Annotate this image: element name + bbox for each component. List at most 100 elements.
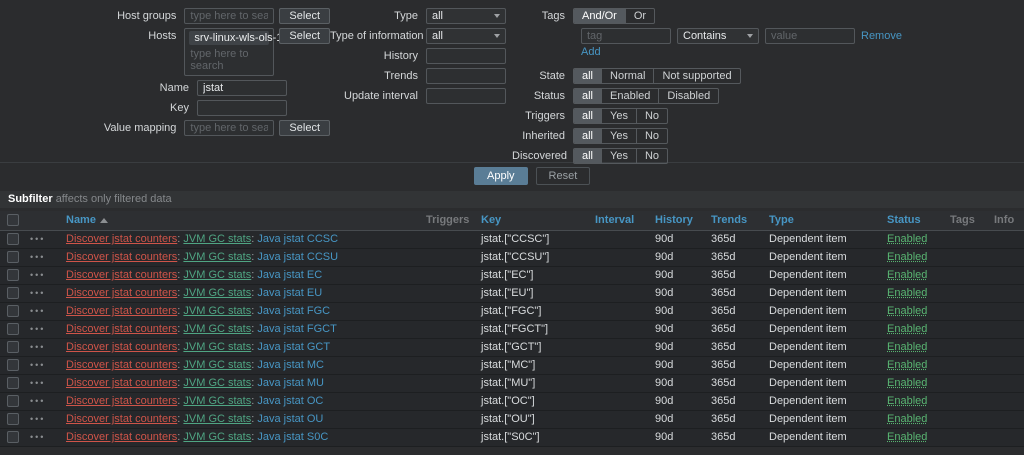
- value-mapping-input[interactable]: [184, 120, 274, 136]
- item-status-link[interactable]: Enabled: [887, 431, 927, 443]
- item-name-link[interactable]: Java jstat S0C: [257, 431, 328, 443]
- row-checkbox[interactable]: [7, 395, 19, 407]
- context-menu-icon[interactable]: •••: [30, 234, 45, 244]
- context-menu-icon[interactable]: •••: [30, 324, 45, 334]
- hosts-search-placeholder[interactable]: type here to search: [189, 45, 269, 72]
- state-option-normal[interactable]: Normal: [601, 69, 653, 83]
- discovery-rule-link[interactable]: Discover jstat counters: [66, 431, 177, 443]
- item-name-link[interactable]: Java jstat FGC: [257, 305, 330, 317]
- row-checkbox[interactable]: [7, 287, 19, 299]
- discovered-option-all[interactable]: all: [574, 149, 601, 163]
- context-menu-icon[interactable]: •••: [30, 288, 45, 298]
- discovery-rule-link[interactable]: Discover jstat counters: [66, 251, 177, 263]
- row-checkbox[interactable]: [7, 305, 19, 317]
- column-header-name[interactable]: Name: [66, 214, 96, 226]
- status-option-enabled[interactable]: Enabled: [601, 89, 658, 103]
- row-checkbox[interactable]: [7, 233, 19, 245]
- column-header-status[interactable]: Status: [883, 211, 946, 230]
- tag-operator-select[interactable]: Contains: [677, 28, 759, 44]
- inherited-option-yes[interactable]: Yes: [601, 129, 636, 143]
- item-status-link[interactable]: Enabled: [887, 377, 927, 389]
- discovery-rule-link[interactable]: Discover jstat counters: [66, 359, 177, 371]
- discovery-rule-link[interactable]: Discover jstat counters: [66, 323, 177, 335]
- discovery-rule-link[interactable]: Discover jstat counters: [66, 233, 177, 245]
- item-status-link[interactable]: Enabled: [887, 359, 927, 371]
- template-link[interactable]: JVM GC stats: [183, 395, 251, 407]
- discovery-rule-link[interactable]: Discover jstat counters: [66, 269, 177, 281]
- item-name-link[interactable]: Java jstat OU: [257, 413, 323, 425]
- context-menu-icon[interactable]: •••: [30, 270, 45, 280]
- template-link[interactable]: JVM GC stats: [183, 233, 251, 245]
- row-checkbox[interactable]: [7, 323, 19, 335]
- tags-mode-or[interactable]: Or: [625, 9, 654, 23]
- context-menu-icon[interactable]: •••: [30, 360, 45, 370]
- value-mapping-select-button[interactable]: Select: [279, 120, 330, 136]
- state-option-not-supported[interactable]: Not supported: [653, 69, 739, 83]
- host-groups-select-button[interactable]: Select: [279, 8, 330, 24]
- discovery-rule-link[interactable]: Discover jstat counters: [66, 287, 177, 299]
- item-name-link[interactable]: Java jstat CCSU: [257, 251, 338, 263]
- item-status-link[interactable]: Enabled: [887, 413, 927, 425]
- context-menu-icon[interactable]: •••: [30, 342, 45, 352]
- name-input[interactable]: [197, 80, 287, 96]
- tag-remove-link[interactable]: Remove: [861, 30, 902, 42]
- context-menu-icon[interactable]: •••: [30, 414, 45, 424]
- row-checkbox[interactable]: [7, 269, 19, 281]
- update-interval-input[interactable]: [426, 88, 506, 104]
- trends-input[interactable]: [426, 68, 506, 84]
- discovery-rule-link[interactable]: Discover jstat counters: [66, 305, 177, 317]
- item-status-link[interactable]: Enabled: [887, 251, 927, 263]
- apply-button[interactable]: Apply: [474, 167, 528, 185]
- template-link[interactable]: JVM GC stats: [183, 323, 251, 335]
- context-menu-icon[interactable]: •••: [30, 306, 45, 316]
- discovery-rule-link[interactable]: Discover jstat counters: [66, 341, 177, 353]
- column-header-key[interactable]: Key: [477, 211, 591, 230]
- template-link[interactable]: JVM GC stats: [183, 377, 251, 389]
- context-menu-icon[interactable]: •••: [30, 396, 45, 406]
- select-all-checkbox[interactable]: [7, 214, 19, 226]
- hosts-chip[interactable]: srv-linux-wls-ols-1 ×: [189, 31, 269, 45]
- state-option-all[interactable]: all: [574, 69, 601, 83]
- tag-value-input[interactable]: [765, 28, 855, 44]
- item-name-link[interactable]: Java jstat GCT: [257, 341, 330, 353]
- inherited-option-all[interactable]: all: [574, 129, 601, 143]
- discovered-option-yes[interactable]: Yes: [601, 149, 636, 163]
- row-checkbox[interactable]: [7, 413, 19, 425]
- host-groups-input[interactable]: [184, 8, 274, 24]
- type-of-information-select[interactable]: all: [426, 28, 506, 44]
- item-name-link[interactable]: Java jstat FGCT: [257, 323, 336, 335]
- context-menu-icon[interactable]: •••: [30, 432, 45, 442]
- template-link[interactable]: JVM GC stats: [183, 341, 251, 353]
- tag-add-link[interactable]: Add: [581, 46, 601, 58]
- type-select[interactable]: all: [426, 8, 506, 24]
- triggers-option-no[interactable]: No: [636, 109, 667, 123]
- item-name-link[interactable]: Java jstat OC: [257, 395, 323, 407]
- discovered-option-no[interactable]: No: [636, 149, 667, 163]
- row-checkbox[interactable]: [7, 431, 19, 443]
- hosts-multiselect[interactable]: srv-linux-wls-ols-1 × type here to searc…: [184, 28, 274, 76]
- column-header-trends[interactable]: Trends: [707, 211, 765, 230]
- status-option-disabled[interactable]: Disabled: [658, 89, 718, 103]
- triggers-option-yes[interactable]: Yes: [601, 109, 636, 123]
- item-status-link[interactable]: Enabled: [887, 341, 927, 353]
- discovery-rule-link[interactable]: Discover jstat counters: [66, 377, 177, 389]
- template-link[interactable]: JVM GC stats: [183, 413, 251, 425]
- column-header-history[interactable]: History: [651, 211, 707, 230]
- template-link[interactable]: JVM GC stats: [183, 305, 251, 317]
- item-status-link[interactable]: Enabled: [887, 233, 927, 245]
- hosts-select-button[interactable]: Select: [279, 28, 330, 44]
- item-status-link[interactable]: Enabled: [887, 305, 927, 317]
- item-name-link[interactable]: Java jstat MC: [257, 359, 324, 371]
- column-header-interval[interactable]: Interval: [591, 211, 651, 230]
- item-name-link[interactable]: Java jstat EU: [257, 287, 322, 299]
- item-status-link[interactable]: Enabled: [887, 395, 927, 407]
- item-status-link[interactable]: Enabled: [887, 287, 927, 299]
- triggers-option-all[interactable]: all: [574, 109, 601, 123]
- context-menu-icon[interactable]: •••: [30, 378, 45, 388]
- column-header-type[interactable]: Type: [765, 211, 883, 230]
- status-option-all[interactable]: all: [574, 89, 601, 103]
- history-input[interactable]: [426, 48, 506, 64]
- row-checkbox[interactable]: [7, 359, 19, 371]
- item-name-link[interactable]: Java jstat EC: [257, 269, 322, 281]
- row-checkbox[interactable]: [7, 377, 19, 389]
